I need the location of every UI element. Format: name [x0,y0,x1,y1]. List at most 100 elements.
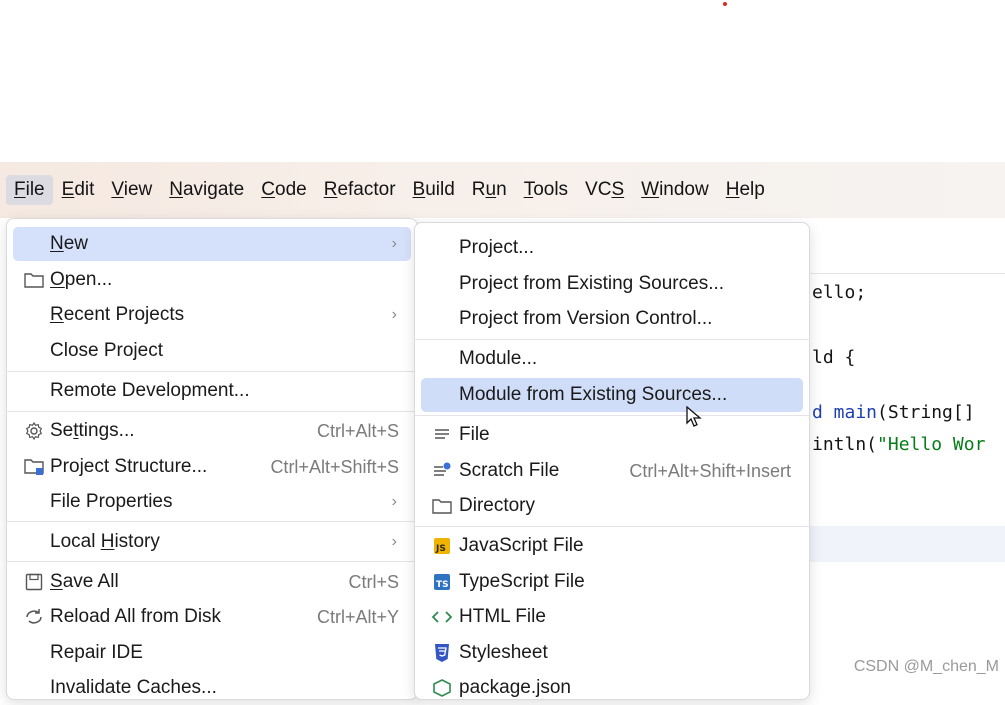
new-html-file[interactable]: HTML File [421,600,803,634]
scratch-file-icon [431,460,453,482]
new-submenu: Project... Project from Existing Sources… [414,222,810,700]
close-project-label: Close Project [50,340,163,361]
new-package-json[interactable]: package.json [421,671,803,705]
html-file-label: HTML File [459,606,546,627]
svg-text:JS: JS [435,544,446,554]
new-project[interactable]: Project... [421,231,803,265]
scratch-file-label: Scratch File [459,460,560,481]
save-all-label: Save All [50,571,119,592]
file-menu-local-history[interactable]: Local History › [13,525,411,559]
project-label: Project... [459,237,534,258]
local-history-label: Local History [50,531,160,552]
project-structure-shortcut: Ctrl+Alt+Shift+S [270,456,399,477]
menu-vcs[interactable]: VCS [577,175,632,205]
module-label: Module... [459,348,538,369]
menu-divider [415,526,809,527]
file-menu-save-all[interactable]: Save All Ctrl+S [13,565,411,599]
file-menu-new[interactable]: New › [13,227,411,261]
project-structure-icon [23,456,45,478]
file-menu-remote-development[interactable]: Remote Development... [13,374,411,408]
open-label: Open... [50,269,113,290]
chevron-right-icon: › [391,306,397,323]
chevron-right-icon: › [391,493,397,510]
file-menu-reload-all[interactable]: Reload All from Disk Ctrl+Alt+Y [13,600,411,634]
new-scratch-file[interactable]: Scratch File Ctrl+Alt+Shift+Insert [421,454,803,488]
file-menu-open[interactable]: Open... [13,263,411,297]
new-stylesheet[interactable]: Stylesheet [421,636,803,670]
scratch-file-shortcut: Ctrl+Alt+Shift+Insert [629,460,791,481]
menu-view[interactable]: View [103,175,160,205]
code-line-4: intln("Hello Wor [812,434,986,455]
settings-label: Settings... [50,420,135,441]
folder-icon [431,495,453,517]
project-existing-label: Project from Existing Sources... [459,273,725,294]
file-menu-settings[interactable]: Settings... Ctrl+Alt+S [13,414,411,448]
javascript-icon: JS [431,535,453,557]
menu-edit[interactable]: Edit [54,175,103,205]
html-icon [431,606,453,628]
menu-divider [7,371,417,372]
reload-icon [23,606,45,628]
menu-window[interactable]: Window [633,175,717,205]
menu-help[interactable]: Help [718,175,773,205]
menu-divider [415,339,809,340]
file-menu-recent-projects[interactable]: Recent Projects › [13,298,411,332]
text-file-icon [431,424,453,446]
invalidate-caches-label: Invalidate Caches... [50,677,217,698]
new-file[interactable]: File [421,418,803,452]
recent-projects-label: Recent Projects [50,304,185,325]
file-menu: New › Open... Recent Projects › Close Pr… [6,218,418,700]
new-label: New [50,233,89,254]
menu-file[interactable]: File [6,175,53,205]
project-vcs-label: Project from Version Control... [459,308,713,329]
new-project-from-vcs[interactable]: Project from Version Control... [421,302,803,336]
chevron-right-icon: › [391,235,397,252]
menu-divider [7,561,417,562]
new-project-from-existing[interactable]: Project from Existing Sources... [421,267,803,301]
file-menu-project-structure[interactable]: Project Structure... Ctrl+Alt+Shift+S [13,450,411,484]
settings-shortcut: Ctrl+Alt+S [316,420,399,441]
project-structure-label: Project Structure... [50,456,208,477]
watermark: CSDN @M_chen_M [853,658,999,675]
module-existing-label: Module from Existing Sources... [459,384,728,405]
menu-bar: File Edit View Navigate Code Refactor Bu… [0,162,1005,218]
file-menu-file-properties[interactable]: File Properties › [13,485,411,519]
svg-text:TS: TS [436,580,449,590]
new-directory[interactable]: Directory [421,489,803,523]
typescript-file-label: TypeScript File [459,571,585,592]
css-icon [431,642,453,664]
code-line-3-rest: (String[] [877,402,975,423]
code-line-2: ld { [812,347,856,368]
menu-refactor[interactable]: Refactor [316,175,404,205]
new-module-from-existing[interactable]: Module from Existing Sources... [421,378,803,412]
typescript-icon: TS [431,571,453,593]
menu-build[interactable]: Build [405,175,463,205]
folder-icon [23,269,45,291]
mouse-cursor-icon [686,405,702,433]
directory-label: Directory [459,495,536,516]
stylesheet-label: Stylesheet [459,642,548,663]
red-dot [723,2,727,6]
new-module[interactable]: Module... [421,342,803,376]
caret-line-highlight [800,526,1005,562]
save-all-shortcut: Ctrl+S [348,571,399,592]
code-line-1: ello; [812,282,867,303]
reload-all-shortcut: Ctrl+Alt+Y [316,606,399,627]
new-typescript-file[interactable]: TS TypeScript File [421,565,803,599]
menu-navigate[interactable]: Navigate [161,175,252,205]
menu-divider [7,521,417,522]
new-javascript-file[interactable]: JS JavaScript File [421,529,803,563]
gear-icon [23,420,45,442]
package-json-label: package.json [459,677,571,698]
editor-tab-divider [800,273,1005,274]
file-menu-invalidate-caches[interactable]: Invalidate Caches... [13,671,411,705]
file-menu-repair-ide[interactable]: Repair IDE [13,636,411,670]
menu-run[interactable]: Run [464,175,515,205]
file-menu-close-project[interactable]: Close Project [13,334,411,368]
code-line-3: d main(String[] [812,402,975,423]
file-label: File [459,424,490,445]
menu-tools[interactable]: Tools [516,175,576,205]
menu-code[interactable]: Code [253,175,314,205]
javascript-file-label: JavaScript File [459,535,584,556]
file-properties-label: File Properties [50,491,173,512]
